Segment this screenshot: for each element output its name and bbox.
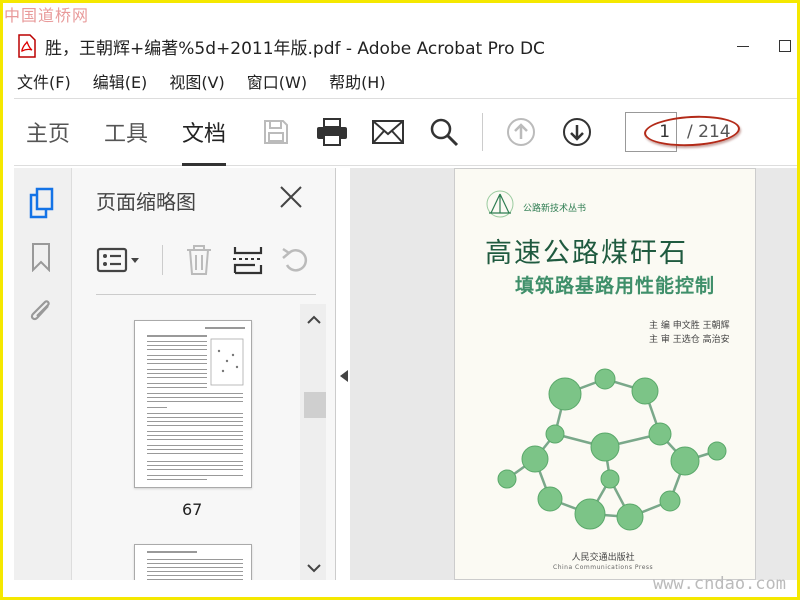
cover-editors: 主 编 申文胜 王朝辉	[649, 321, 730, 331]
menu-bar: 文件(F) 编辑(E) 视图(V) 窗口(W) 帮助(H)	[3, 66, 797, 96]
pdf-file-icon	[17, 34, 37, 58]
cover-publisher: 人民交通出版社 China Communications Press	[553, 553, 653, 573]
thumbnail-page-label: 67	[182, 500, 203, 519]
menu-help[interactable]: 帮助(H)	[329, 69, 386, 93]
watermark-top: 中国道桥网	[4, 6, 90, 25]
document-view: 公路新技术丛书 高速公路煤矸石 填筑路基路用性能控制 主 编 申文胜 王朝辉 主…	[350, 168, 797, 580]
delete-icon[interactable]	[183, 243, 215, 277]
cover-subtitle: 填筑路基路用性能控制	[515, 275, 716, 297]
panel-title: 页面缩略图	[96, 190, 196, 214]
minimize-button[interactable]	[737, 45, 749, 47]
save-icon[interactable]	[259, 115, 293, 149]
maximize-button[interactable]	[779, 40, 791, 52]
scroll-thumb[interactable]	[304, 392, 326, 418]
publisher-name: 人民交通出版社	[571, 553, 635, 563]
email-icon[interactable]	[371, 115, 405, 149]
scroll-down-icon[interactable]	[300, 558, 326, 578]
tab-tools[interactable]: 工具	[104, 98, 148, 166]
menu-edit[interactable]: 编辑(E)	[93, 69, 148, 93]
tab-document[interactable]: 文档	[182, 98, 227, 166]
molecule-illustration	[497, 368, 727, 531]
tools-separator	[162, 245, 163, 275]
page-thumbnail[interactable]	[134, 320, 252, 488]
menu-window[interactable]: 窗口(W)	[247, 69, 307, 93]
book-cover-page: 公路新技术丛书 高速公路煤矸石 填筑路基路用性能控制 主 编 申文胜 王朝辉 主…	[454, 168, 756, 580]
title-bar: 胜，王朝辉+编著%5d+2011年版.pdf - Adobe Acrobat P…	[3, 30, 797, 62]
toolbar-separator	[482, 113, 484, 151]
scroll-up-icon[interactable]	[300, 310, 326, 330]
menu-view[interactable]: 视图(V)	[169, 69, 224, 93]
print-icon[interactable]	[315, 115, 349, 149]
panel-divider	[96, 294, 316, 295]
page-up-icon[interactable]	[504, 115, 538, 149]
rotate-icon[interactable]	[279, 243, 313, 277]
thumbnail-scrollbar[interactable]	[300, 304, 326, 580]
thumbnail-list: 67	[72, 304, 300, 580]
thumbnails-panel: 页面缩略图 67	[72, 168, 336, 580]
close-icon[interactable]	[278, 184, 304, 210]
attachment-icon[interactable]	[26, 294, 56, 328]
navigation-rail	[14, 168, 72, 580]
watermark-bottom: www.cndao.com	[652, 574, 786, 594]
window-title: 胜，王朝辉+编著%5d+2011年版.pdf - Adobe Acrobat P…	[45, 38, 545, 59]
extract-pages-icon[interactable]	[231, 243, 265, 277]
page-down-icon[interactable]	[560, 115, 594, 149]
menu-file[interactable]: 文件(F)	[17, 69, 71, 93]
tab-home[interactable]: 主页	[26, 98, 70, 166]
page-thumbnails-icon[interactable]	[26, 186, 56, 220]
panel-toolbar	[96, 240, 316, 280]
options-menu-icon[interactable]	[96, 245, 142, 275]
cover-series-name: 公路新技术丛书	[523, 204, 587, 214]
publisher-name-en: China Communications Press	[553, 564, 654, 571]
collapse-panel-icon[interactable]	[340, 370, 348, 382]
page-thumbnail-next[interactable]	[134, 544, 252, 580]
bookmark-icon[interactable]	[26, 240, 56, 274]
series-logo-icon	[486, 190, 514, 218]
search-icon[interactable]	[427, 115, 461, 149]
cover-title: 高速公路煤矸石	[485, 238, 688, 269]
